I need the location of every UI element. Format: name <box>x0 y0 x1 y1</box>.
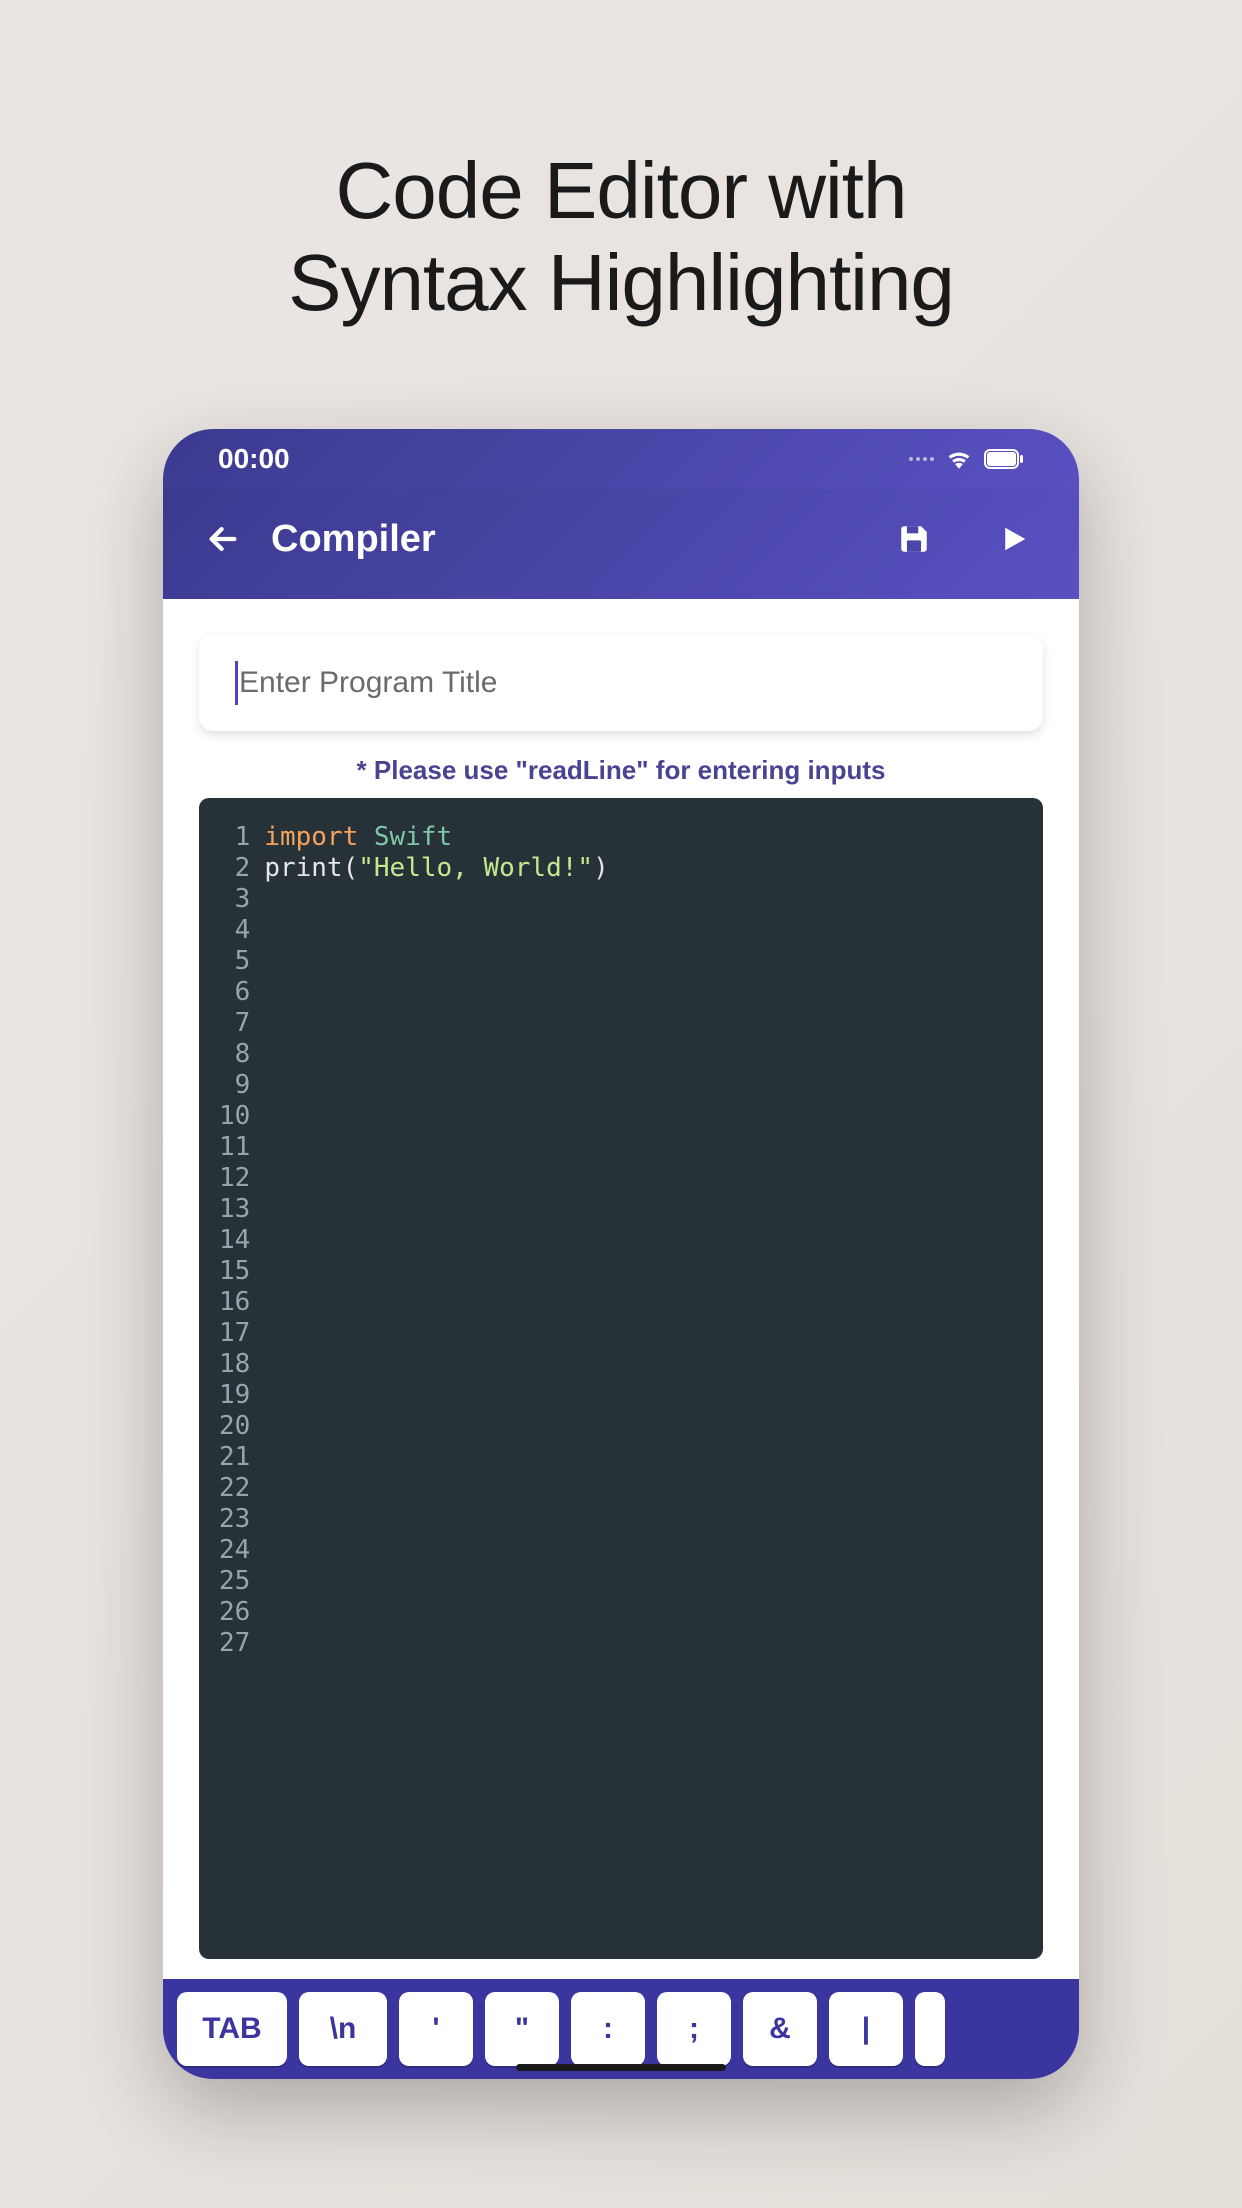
line-number: 6 <box>219 977 250 1008</box>
key-sym5[interactable]: ; <box>657 1992 731 2066</box>
marketing-title: Code Editor with Syntax Highlighting <box>288 145 954 329</box>
line-number: 25 <box>219 1566 250 1597</box>
title-placeholder: Enter Program Title <box>239 666 497 700</box>
line-number-gutter: 1234567891011121314151617181920212223242… <box>219 822 264 1935</box>
line-number: 11 <box>219 1132 250 1163</box>
line-number: 20 <box>219 1411 250 1442</box>
key-sym6[interactable]: & <box>743 1992 817 2066</box>
code-editor[interactable]: 1234567891011121314151617181920212223242… <box>199 798 1043 1959</box>
line-number: 26 <box>219 1597 250 1628</box>
line-number: 13 <box>219 1194 250 1225</box>
home-indicator <box>516 2064 726 2071</box>
program-title-input[interactable]: Enter Program Title <box>199 635 1043 731</box>
code-area[interactable]: import Swiftprint("Hello, World!") <box>264 822 608 1935</box>
phone-frame: 00:00 Compiler <box>163 429 1079 2079</box>
line-number: 23 <box>219 1504 250 1535</box>
line-number: 5 <box>219 946 250 977</box>
back-button[interactable] <box>203 519 243 559</box>
key-sym4[interactable]: : <box>571 1992 645 2066</box>
key-TAB[interactable]: TAB <box>177 1992 287 2066</box>
run-button[interactable] <box>989 514 1039 564</box>
status-icons <box>909 449 1024 469</box>
key-newline[interactable]: \n <box>299 1992 387 2066</box>
line-number: 1 <box>219 822 250 853</box>
key-sym3[interactable]: " <box>485 1992 559 2066</box>
save-icon <box>897 522 931 556</box>
status-time: 00:00 <box>218 443 290 475</box>
marketing-title-line1: Code Editor with <box>288 145 954 237</box>
line-number: 3 <box>219 884 250 915</box>
line-number: 24 <box>219 1535 250 1566</box>
line-number: 2 <box>219 853 250 884</box>
code-line[interactable]: import Swift <box>264 822 608 853</box>
key-sym7[interactable]: | <box>829 1992 903 2066</box>
status-bar: 00:00 <box>163 429 1079 489</box>
line-number: 16 <box>219 1287 250 1318</box>
save-button[interactable] <box>889 514 939 564</box>
line-number: 21 <box>219 1442 250 1473</box>
line-number: 14 <box>219 1225 250 1256</box>
line-number: 15 <box>219 1256 250 1287</box>
play-icon <box>999 524 1029 554</box>
line-number: 27 <box>219 1628 250 1659</box>
line-number: 10 <box>219 1101 250 1132</box>
cellular-dots-icon <box>909 457 934 461</box>
nav-title: Compiler <box>271 518 436 561</box>
input-hint: * Please use "readLine" for entering inp… <box>199 755 1043 786</box>
line-number: 8 <box>219 1039 250 1070</box>
arrow-left-icon <box>206 522 240 556</box>
marketing-title-line2: Syntax Highlighting <box>288 237 954 329</box>
wifi-icon <box>946 449 972 469</box>
line-number: 4 <box>219 915 250 946</box>
line-number: 19 <box>219 1380 250 1411</box>
key-sym2[interactable]: ' <box>399 1992 473 2066</box>
line-number: 7 <box>219 1008 250 1039</box>
line-number: 18 <box>219 1349 250 1380</box>
line-number: 9 <box>219 1070 250 1101</box>
line-number: 22 <box>219 1473 250 1504</box>
line-number: 12 <box>219 1163 250 1194</box>
nav-bar: Compiler <box>163 489 1079 599</box>
code-line[interactable]: print("Hello, World!") <box>264 853 608 884</box>
key-partial[interactable] <box>915 1992 945 2066</box>
line-number: 17 <box>219 1318 250 1349</box>
battery-icon <box>984 449 1024 469</box>
content-area: Enter Program Title * Please use "readLi… <box>163 599 1079 1979</box>
text-cursor <box>235 661 238 705</box>
